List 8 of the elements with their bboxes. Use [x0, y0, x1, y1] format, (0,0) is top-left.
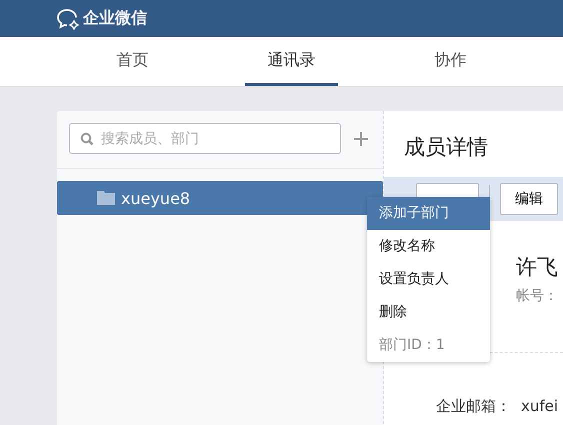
member-name: 许飞 — [516, 254, 559, 281]
department-name: xueyue8 — [121, 188, 190, 208]
department-id-text: 部门ID：1 — [378, 336, 446, 355]
logo-text: 企业微信 — [83, 8, 147, 29]
panel-title: 成员详情 — [403, 134, 489, 161]
email-value: xufei — [521, 397, 558, 416]
account-label: 帐号： — [516, 287, 559, 305]
email-label: 企业邮箱： — [436, 397, 511, 416]
